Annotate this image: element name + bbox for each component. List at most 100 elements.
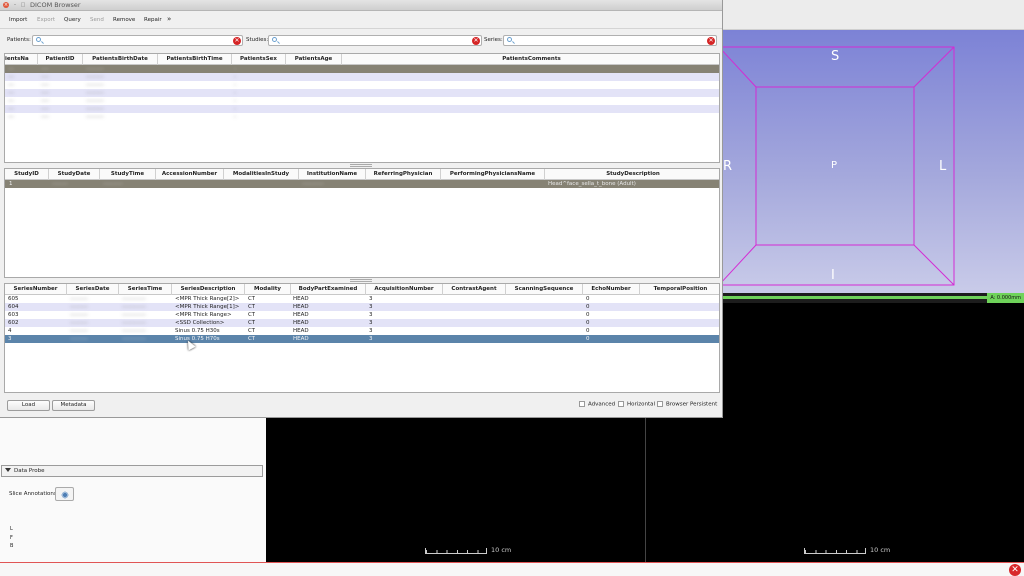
title-bar: × – □ DICOM Browser	[0, 0, 722, 11]
column-header[interactable]: PatientID	[38, 54, 83, 65]
table-row[interactable]: 605 --------- ------------ <MPR Thick Ra…	[5, 295, 719, 303]
column-header[interactable]: TemporalPosition	[640, 284, 719, 295]
splitter-handle[interactable]	[350, 164, 372, 167]
cell: -	[234, 98, 236, 104]
table-row[interactable]: 603 --------- ------------ <MPR Thick Ra…	[5, 311, 719, 319]
advanced-checkbox[interactable]: Advanced	[579, 401, 615, 409]
maximize-window-icon[interactable]: □	[20, 2, 26, 8]
column-header[interactable]: EchoNumber	[583, 284, 640, 295]
table-row[interactable]: 1 -------- ---------- ----------- Head^f…	[5, 180, 719, 188]
close-window-icon[interactable]: ×	[3, 2, 9, 8]
table-row[interactable]: --- ---- --------- -	[5, 105, 719, 113]
series-search-input[interactable]: ✕	[503, 35, 717, 46]
export-button[interactable]: Export	[37, 17, 55, 23]
slice-view-left[interactable]: 10 cm	[266, 418, 645, 562]
search-icon	[507, 37, 512, 42]
cell: ---------	[86, 114, 104, 120]
studies-table[interactable]: StudyID StudyDate StudyTime AccessionNum…	[4, 168, 720, 278]
column-header[interactable]: StudyTime	[100, 169, 156, 180]
column-header[interactable]: StudyDescription	[545, 169, 719, 180]
table-row[interactable]: --- ---- --------- -	[5, 89, 719, 97]
load-button[interactable]: Load	[7, 400, 50, 411]
cell: ----	[41, 82, 49, 88]
advanced-label: Advanced	[588, 401, 616, 408]
checkbox-box[interactable]	[618, 401, 624, 407]
checkbox-box[interactable]	[579, 401, 585, 407]
slice-offset-readout: A: 0.000mm	[987, 293, 1024, 303]
patients-table[interactable]: ientsNa PatientID PatientsBirthDate Pati…	[4, 53, 720, 163]
column-header[interactable]: InstitutionName	[299, 169, 366, 180]
query-button[interactable]: Query	[64, 17, 81, 23]
send-button[interactable]: Send	[90, 17, 104, 23]
cell: Sinus 0.75 H70s	[175, 336, 220, 342]
column-header[interactable]: PatientsComments	[342, 54, 719, 65]
column-header[interactable]: BodyPartExamined	[291, 284, 366, 295]
column-header[interactable]: SeriesTime	[119, 284, 172, 295]
slice-view-upper[interactable]	[723, 303, 1024, 418]
3d-view[interactable]: S I R L P	[723, 30, 1024, 293]
repair-button[interactable]: Repair	[144, 17, 162, 23]
import-button[interactable]: Import	[9, 17, 27, 23]
cell: <MPR Thick Range>	[175, 312, 232, 318]
table-row[interactable]: 3 --------- ------------ Sinus 0.75 H70s…	[5, 335, 719, 343]
clear-icon[interactable]: ✕	[233, 37, 241, 45]
column-header[interactable]: AccessionNumber	[156, 169, 224, 180]
cell: 3	[369, 328, 373, 334]
splitter-handle[interactable]	[350, 279, 372, 282]
column-header[interactable]: PatientsAge	[286, 54, 342, 65]
column-header[interactable]: ientsNa	[5, 54, 38, 65]
column-header[interactable]: ContrastAgent	[443, 284, 506, 295]
minimize-window-icon[interactable]: –	[12, 2, 18, 8]
cell: ---------	[86, 66, 104, 72]
table-row[interactable]: --- ---- --------- -	[5, 65, 719, 73]
cell: ---	[8, 106, 14, 112]
slice-view-right[interactable]: 10 cm	[646, 418, 1024, 562]
clear-icon[interactable]: ✕	[472, 37, 480, 45]
column-header[interactable]: StudyDate	[49, 169, 100, 180]
error-log-icon[interactable]: ✕	[1009, 564, 1021, 576]
column-header[interactable]: SeriesNumber	[5, 284, 67, 295]
clear-icon[interactable]: ✕	[707, 37, 715, 45]
column-header[interactable]: PatientsSex	[232, 54, 286, 65]
studies-search-input[interactable]: ✕	[268, 35, 482, 46]
dicom-browser-window: × – □ DICOM Browser Import Export Query …	[0, 0, 723, 418]
patients-search-input[interactable]: ✕	[32, 35, 243, 46]
column-header[interactable]: AcquisitionNumber	[366, 284, 443, 295]
horizontal-checkbox[interactable]: Horizontal	[618, 401, 655, 409]
cell: -----------	[302, 181, 324, 187]
cell: 3	[369, 336, 373, 342]
table-row[interactable]: 602 --------- ------------ <SSD Collecti…	[5, 319, 719, 327]
toolbar-overflow-button[interactable]: »	[167, 15, 171, 23]
column-header[interactable]: ScanningSequence	[506, 284, 583, 295]
cell: ---------	[86, 98, 104, 104]
search-icon	[36, 37, 41, 42]
column-header[interactable]: PerformingPhysiciansName	[441, 169, 545, 180]
column-header[interactable]: ModalitiesInStudy	[224, 169, 299, 180]
column-header[interactable]: SeriesDescription	[172, 284, 245, 295]
column-header[interactable]: SeriesDate	[67, 284, 119, 295]
table-row[interactable]: 4 --------- ------------ Sinus 0.75 H30s…	[5, 327, 719, 335]
metadata-button[interactable]: Metadata	[52, 400, 95, 411]
column-header[interactable]: StudyID	[5, 169, 49, 180]
table-row[interactable]: --- ---- --------- -	[5, 113, 719, 121]
cell: -	[234, 82, 236, 88]
column-header[interactable]: ReferringPhysician	[366, 169, 441, 180]
cell: ---------	[86, 74, 104, 80]
column-header[interactable]: PatientsBirthDate	[83, 54, 158, 65]
cell: <SSD Collection>	[175, 320, 225, 326]
slice-controller-bar[interactable]: A: 0.000mm	[723, 293, 1024, 303]
column-header[interactable]: PatientsBirthTime	[158, 54, 232, 65]
table-row[interactable]: --- ---- --------- -	[5, 81, 719, 89]
module-panel	[0, 418, 266, 562]
data-probe-header[interactable]: Data Probe	[1, 465, 263, 477]
table-row[interactable]: --- ---- --------- -	[5, 97, 719, 105]
slice-annotations-button[interactable]	[55, 487, 74, 501]
table-row[interactable]: 604 --------- ------------ <MPR Thick Ra…	[5, 303, 719, 311]
browser-persistent-checkbox[interactable]: Browser Persistent	[657, 401, 717, 409]
remove-button[interactable]: Remove	[113, 17, 135, 23]
table-row[interactable]: --- ---- --------- -	[5, 73, 719, 81]
column-header[interactable]: Modality	[245, 284, 291, 295]
cell: HEAD	[293, 304, 309, 310]
checkbox-box[interactable]	[657, 401, 663, 407]
series-table[interactable]: SeriesNumber SeriesDate SeriesTime Serie…	[4, 283, 720, 393]
